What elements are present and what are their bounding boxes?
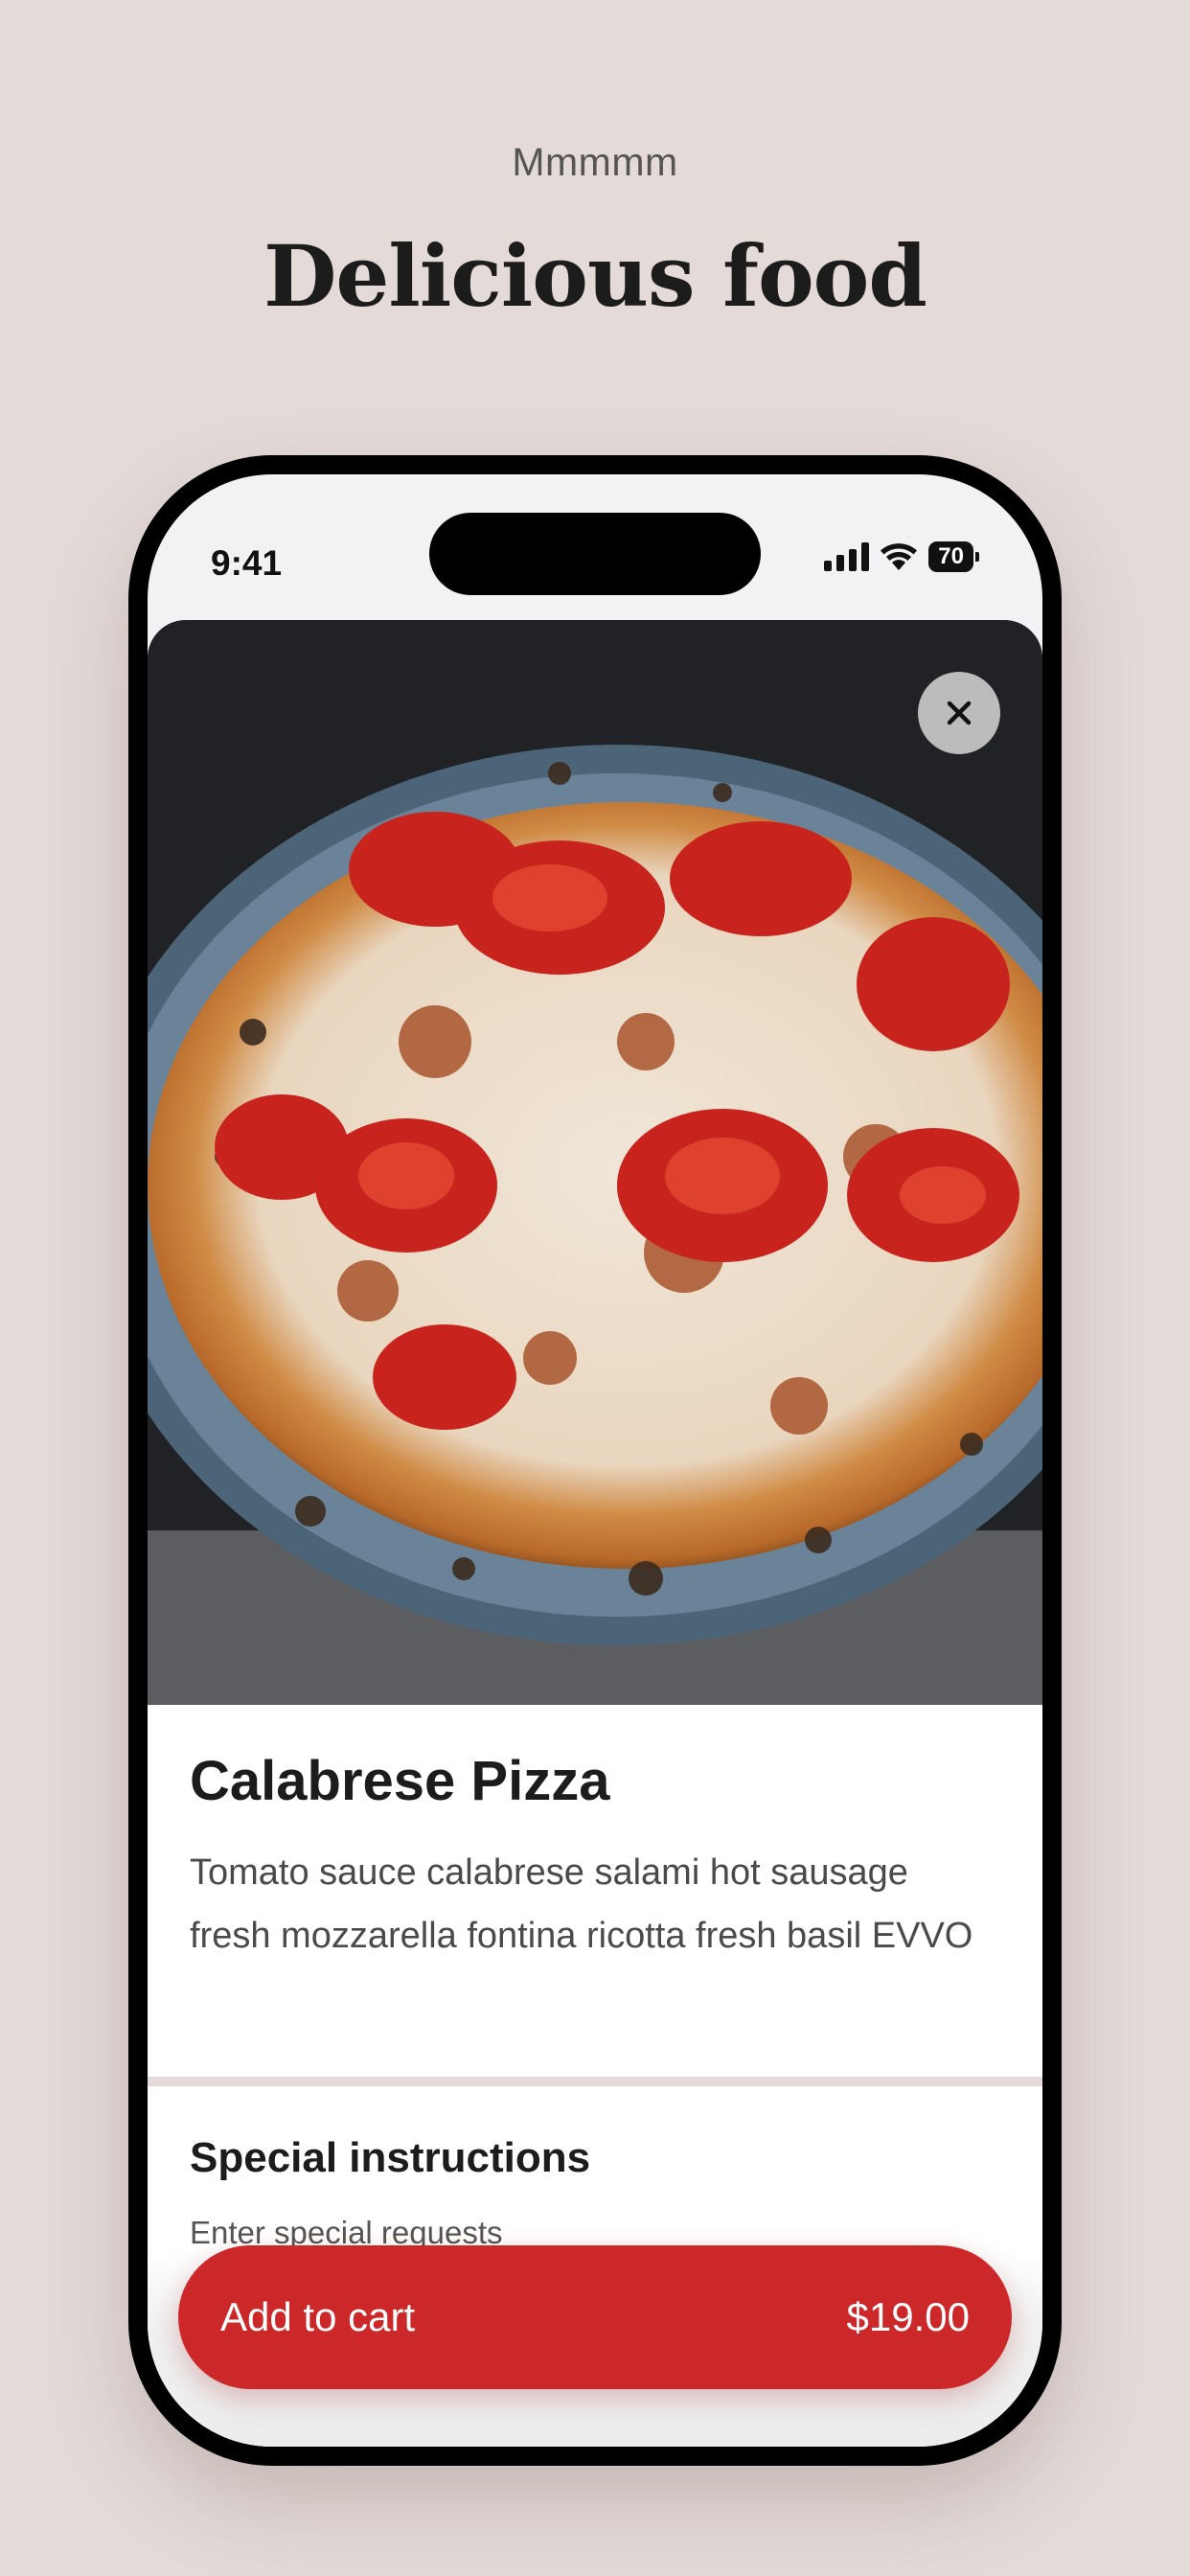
product-name: Calabrese Pizza — [190, 1750, 610, 1812]
section-divider — [148, 2077, 1042, 2086]
add-to-cart-price: $19.00 — [846, 2294, 970, 2339]
battery-level: 70 — [928, 541, 973, 572]
product-description: Tomato sauce calabrese salami hot sausag… — [190, 1852, 973, 1956]
product-photo — [148, 620, 1042, 1705]
wifi-icon — [881, 543, 918, 570]
close-icon — [947, 701, 972, 725]
add-to-cart-button[interactable]: Add to cart $19.00 — [178, 2245, 1012, 2389]
product-sheet: Calabrese Pizza Tomato sauce calabrese s… — [148, 620, 1042, 2447]
battery-icon: 70 — [928, 541, 979, 572]
add-to-cart-label: Add to cart — [220, 2294, 416, 2339]
special-instructions-title: Special instructions — [190, 2134, 591, 2181]
status-time: 9:41 — [211, 543, 283, 583]
eyebrow-text: Mmmmm — [512, 140, 678, 184]
close-button[interactable] — [918, 672, 1000, 754]
status-indicators: 70 — [824, 541, 979, 572]
phone-frame: 9:41 70 Calabrese Pizza Tomato sauce cal… — [128, 455, 1062, 2466]
phone-screen: 9:41 70 Calabrese Pizza Tomato sauce cal… — [148, 474, 1042, 2447]
dynamic-island — [429, 513, 761, 595]
signal-icon — [824, 542, 870, 571]
page-headline: Delicious food — [263, 226, 927, 326]
